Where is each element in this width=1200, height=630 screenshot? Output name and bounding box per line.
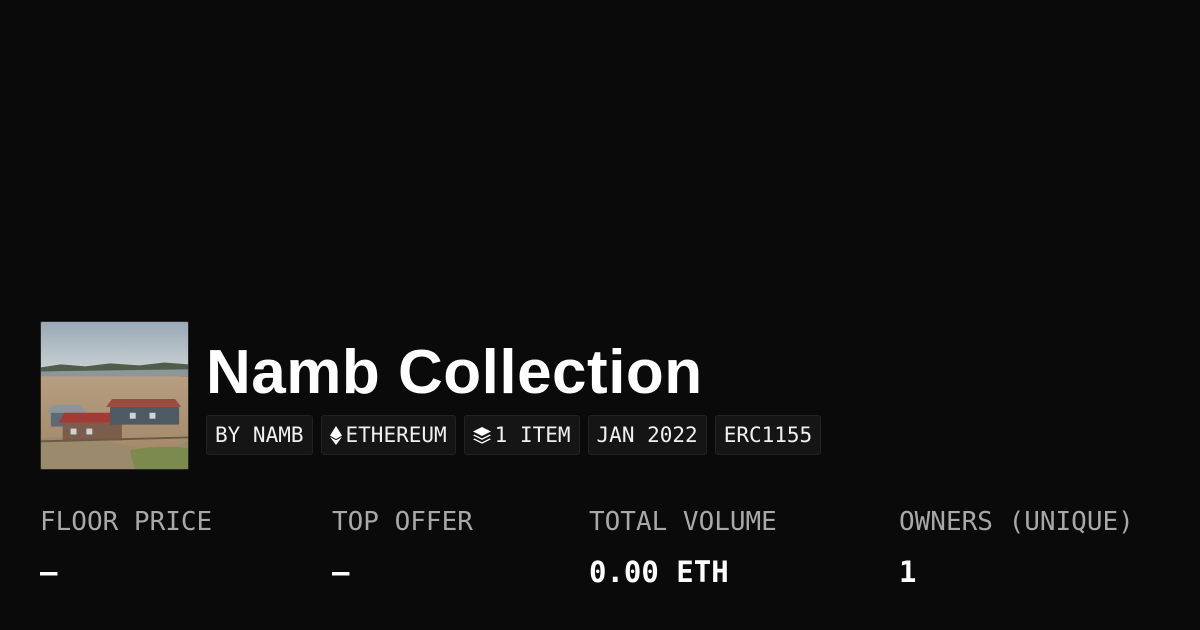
collection-tags: BY NAMB ETHEREUM 1 ITEM JAN 2022 ERC1155	[206, 415, 822, 455]
owners-stat: OWNERS (UNIQUE) 1	[899, 504, 1134, 590]
creator-label: BY NAMB	[215, 423, 304, 447]
total-volume-value: 0.00 ETH	[589, 555, 729, 589]
total-volume-stat: TOTAL VOLUME 0.00 ETH	[589, 504, 777, 590]
top-offer-stat: TOP OFFER —	[332, 504, 473, 590]
floor-price-value: —	[40, 555, 58, 589]
standard-label: ERC1155	[723, 423, 813, 447]
creator-tag[interactable]: BY NAMB	[206, 415, 313, 455]
collection-title: Namb Collection	[206, 338, 703, 407]
date-label: JAN 2022	[596, 423, 698, 447]
items-tag[interactable]: 1 ITEM	[463, 415, 580, 455]
owners-value: 1	[899, 555, 917, 589]
chain-tag[interactable]: ETHEREUM	[320, 415, 456, 455]
top-offer-value: —	[332, 555, 350, 589]
standard-tag: ERC1155	[714, 415, 822, 455]
floor-price-label: FLOOR PRICE	[40, 507, 213, 537]
chain-label: ETHEREUM	[345, 423, 447, 447]
collection-thumbnail-photo	[41, 322, 188, 469]
floor-price-stat: FLOOR PRICE —	[40, 504, 212, 590]
layers-icon	[472, 426, 491, 444]
collection-avatar	[40, 321, 189, 470]
items-label: 1 ITEM	[494, 423, 571, 447]
top-offer-label: TOP OFFER	[332, 507, 473, 537]
owners-label: OWNERS (UNIQUE)	[899, 507, 1134, 537]
total-volume-label: TOTAL VOLUME	[589, 507, 777, 537]
date-tag: JAN 2022	[587, 415, 707, 455]
ethereum-icon	[329, 425, 342, 445]
